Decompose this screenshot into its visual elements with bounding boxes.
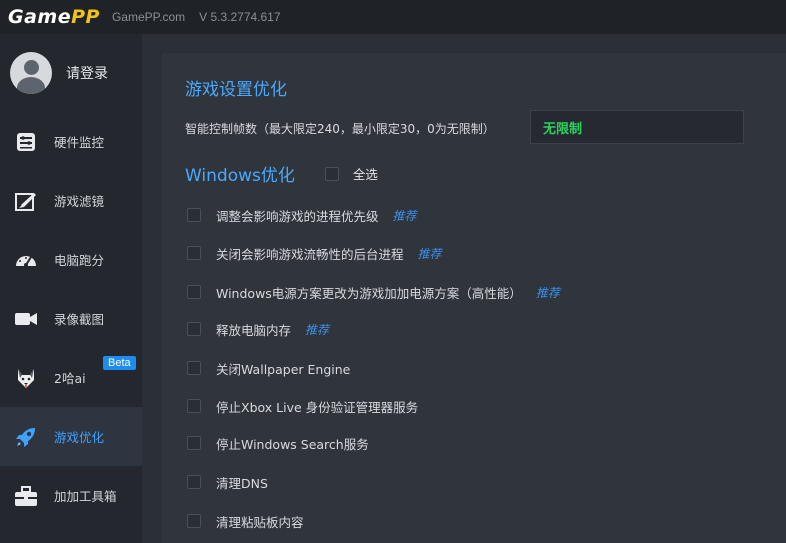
filter-brush-icon [14,189,38,213]
sidebar-item-hardware-monitor[interactable]: 硬件监控 [0,112,142,171]
sidebar-item-recording[interactable]: 录像截图 [0,289,142,348]
hardware-monitor-icon [14,130,38,154]
sidebar-item-toolbox[interactable]: 加加工具箱 [0,466,142,525]
option-power-plan[interactable]: Windows电源方案更改为游戏加加电源方案（高性能） 推荐 [187,282,560,302]
option-label: 关闭会影响游戏流畅性的后台进程 [216,246,404,262]
option-label: Windows电源方案更改为游戏加加电源方案（高性能） [216,285,522,301]
select-all-checkbox[interactable]: 全选 [324,164,378,183]
app-logo: GamePP [8,6,100,28]
option-clear-clipboard[interactable]: 清理粘贴板内容 [187,511,304,531]
fps-limit-label: 智能控制帧数（最大限定240，最小限定30，0为无限制） [185,121,495,136]
option-close-background[interactable]: 关闭会影响游戏流畅性的后台进程 推荐 [187,243,442,263]
checkbox[interactable] [187,361,201,375]
speedometer-icon [14,248,38,272]
avatar[interactable] [10,52,52,94]
user-profile[interactable]: 请登录 [0,34,142,112]
video-camera-icon [14,307,38,331]
option-stop-windows-search[interactable]: 停止Windows Search服务 [187,433,369,453]
version-label: V 5.3.2774.617 [199,10,281,24]
windows-optimization-title: Windows优化 [185,166,295,186]
sidebar-item-label: 硬件监控 [54,135,105,150]
toolbox-icon [14,484,38,508]
sidebar-item-label: 游戏优化 [54,430,105,445]
sidebar-item-game-optimization[interactable]: 游戏优化 [0,407,142,466]
checkbox[interactable] [187,475,201,489]
sidebar-item-benchmark[interactable]: 电脑跑分 [0,230,142,289]
login-link[interactable]: 请登录 [66,63,108,83]
recommended-tag: 推荐 [535,285,560,300]
section-title: 游戏设置优化 [185,80,287,100]
optimization-panel: 游戏设置优化 智能控制帧数（最大限定240，最小限定30，0为无限制） 无限制 … [162,53,786,543]
title-bar: GamePP GamePP.com V 5.3.2774.617 [0,0,786,34]
rocket-icon [14,425,38,449]
checkbox[interactable] [187,514,201,528]
checkbox[interactable] [187,436,201,450]
recommended-tag: 推荐 [417,246,442,261]
recommended-tag: 推荐 [392,208,417,223]
option-label: 调整会影响游戏的进程优先级 [216,208,379,224]
checkbox[interactable] [187,246,201,260]
option-stop-xbox-live[interactable]: 停止Xbox Live 身份验证管理器服务 [187,396,418,416]
checkbox[interactable] [324,166,339,181]
option-label: 停止Windows Search服务 [216,436,369,452]
option-process-priority[interactable]: 调整会影响游戏的进程优先级 推荐 [187,205,417,225]
option-label: 停止Xbox Live 身份验证管理器服务 [216,399,419,415]
fps-limit-row: 智能控制帧数（最大限定240，最小限定30，0为无限制） 无限制 [185,110,744,146]
option-free-memory[interactable]: 释放电脑内存 推荐 [187,319,329,339]
windows-optimization-header: Windows优化 全选 [185,161,378,186]
sidebar-item-game-filter[interactable]: 游戏滤镜 [0,171,142,230]
beta-badge: Beta [103,356,136,370]
option-close-wallpaper-engine[interactable]: 关闭Wallpaper Engine [187,358,350,378]
checkbox[interactable] [187,285,201,299]
sidebar-item-label: 电脑跑分 [54,253,105,268]
select-all-label: 全选 [352,167,378,182]
site-url: GamePP.com [111,10,186,24]
option-label: 清理粘贴板内容 [216,514,304,530]
option-label: 释放电脑内存 [216,322,292,338]
fps-limit-input[interactable]: 无限制 [530,110,744,144]
sidebar-item-label: 游戏滤镜 [54,194,105,209]
checkbox[interactable] [187,208,201,222]
sidebar-item-husky-ai[interactable]: 2哈ai Beta [0,348,142,407]
husky-icon [14,366,38,390]
sidebar-item-label: 2哈ai [54,371,86,386]
sidebar-item-label: 录像截图 [54,312,105,327]
recommended-tag: 推荐 [305,322,330,337]
sidebar: 请登录 硬件监控 游戏滤镜 电脑跑分 录像截图 2哈ai Beta 游戏优化 加… [0,34,142,543]
sidebar-item-label: 加加工具箱 [54,489,117,504]
option-label: 清理DNS [216,475,268,491]
checkbox[interactable] [187,399,201,413]
option-flush-dns[interactable]: 清理DNS [187,472,268,492]
checkbox[interactable] [187,322,201,336]
fps-limit-value: 无限制 [543,121,583,137]
option-label: 关闭Wallpaper Engine [216,361,351,377]
